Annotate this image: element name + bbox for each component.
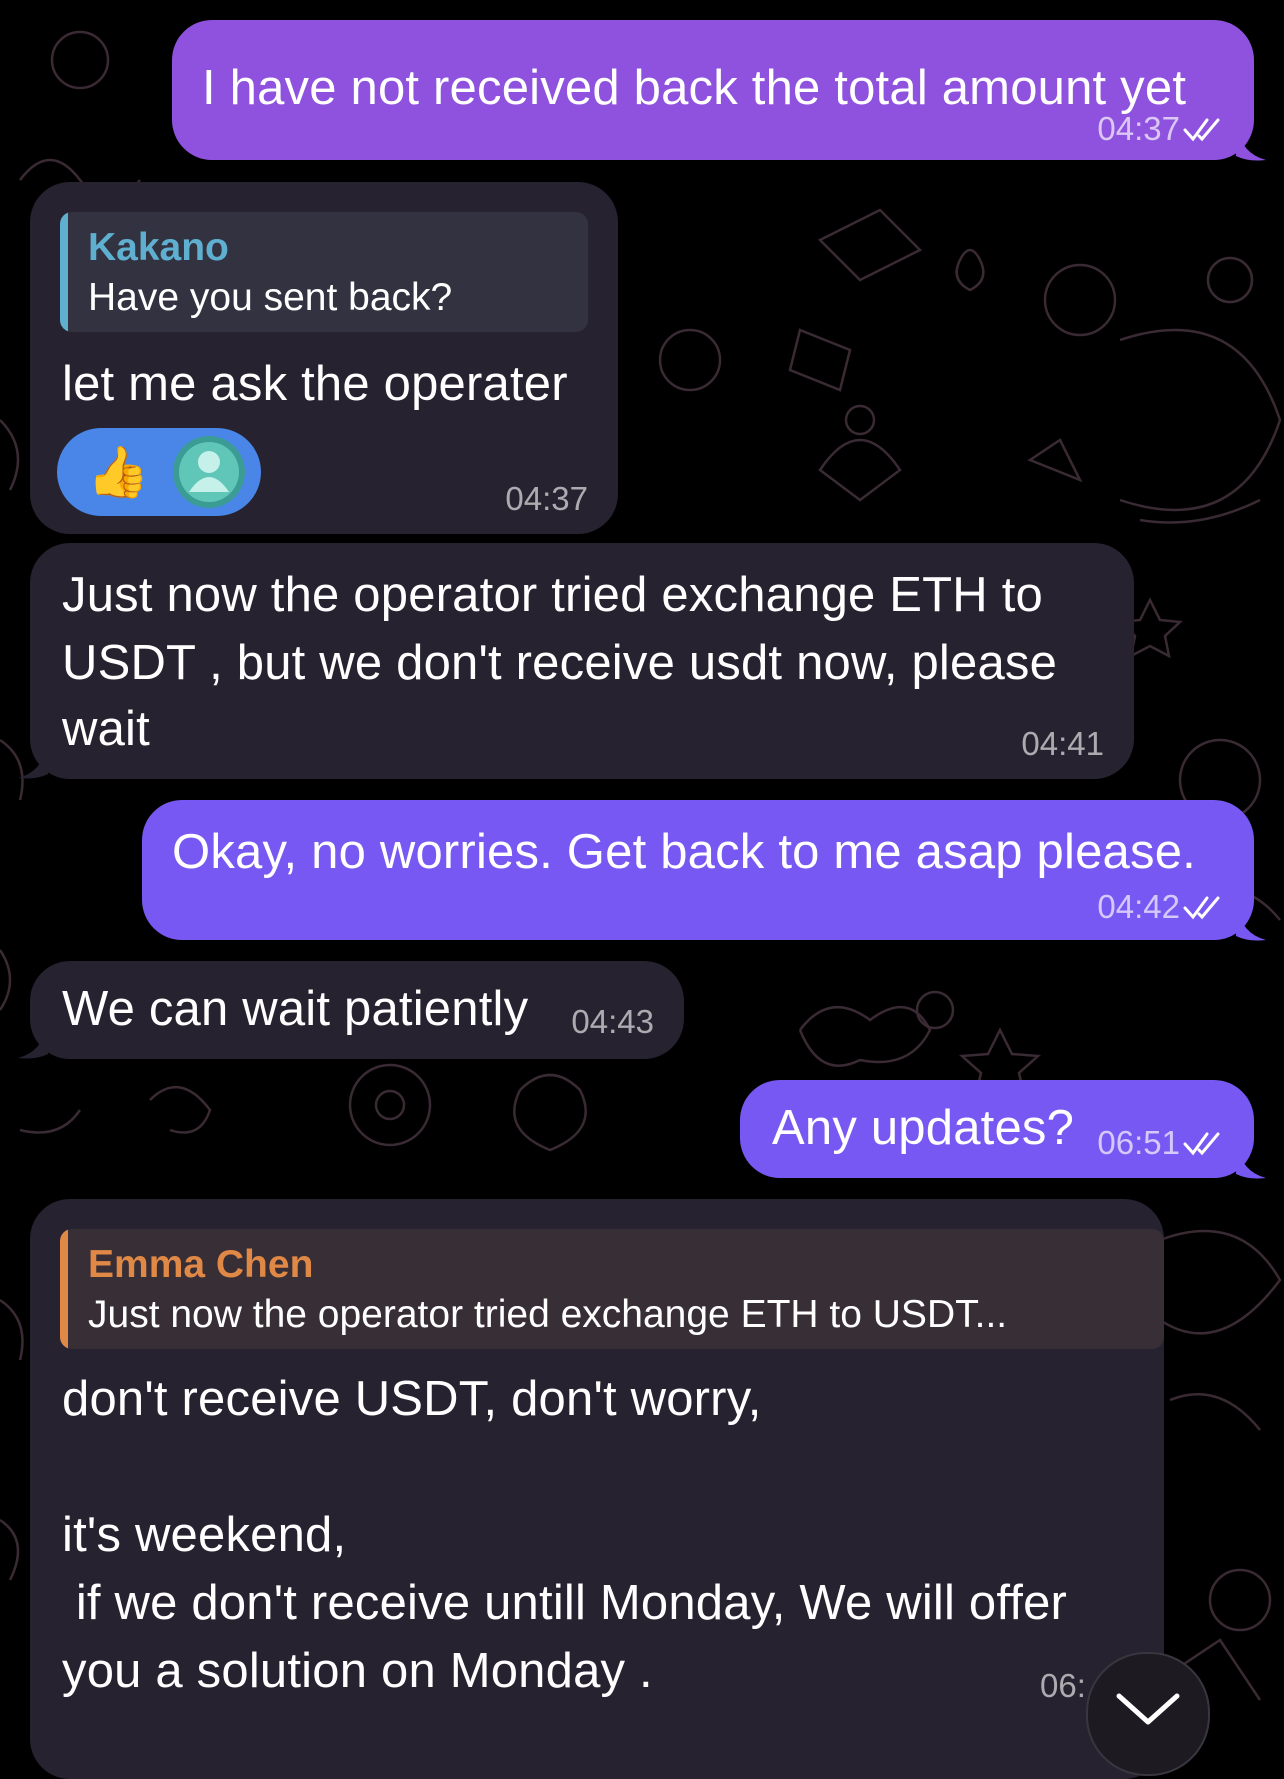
user-avatar-icon [173,436,245,508]
message-text-line: Just now the operator tried exchange ETH… [62,568,1043,622]
reply-quote[interactable]: Kakano Have you sent back? [60,212,588,332]
incoming-message[interactable]: Emma Chen Just now the operator tried ex… [30,1199,1164,1779]
chevron-down-icon [1116,1693,1180,1725]
double-check-icon [1183,1132,1220,1156]
reply-bar [60,212,68,332]
incoming-message[interactable]: We can wait patiently 04:43 [30,961,684,1059]
message-text: let me ask the operater [62,357,568,411]
reply-bar [60,1229,68,1349]
double-check-icon [1183,896,1220,920]
outgoing-message[interactable]: Okay, no worries. Get back to me asap pl… [142,800,1254,940]
message-time: 04:37 [1097,110,1180,147]
thumbs-up-icon: 👍 [87,444,150,500]
reply-author: Kakano [88,226,229,269]
bubble-tail [1236,906,1266,941]
message-text: We can wait patiently [62,982,529,1036]
message-text-line: wait [62,702,150,756]
message-text: Okay, no worries. Get back to me asap pl… [172,825,1196,879]
message-text-line: don't receive USDT, don't worry, [62,1372,762,1426]
bubble-tail [18,1024,48,1059]
reply-quote[interactable]: Emma Chen Just now the operator tried ex… [60,1229,1164,1349]
outgoing-message[interactable]: Any updates? 06:51 [740,1080,1254,1178]
reply-text: Just now the operator tried exchange ETH… [88,1293,1008,1336]
message-time: 04:37 [505,480,588,517]
bubble-tail [18,744,48,779]
scroll-down-button[interactable] [1086,1652,1210,1776]
bubble-tail [1236,1144,1266,1179]
message-text-line: USDT , but we don't receive usdt now, pl… [62,636,1058,690]
message-text-line: if we don't receive untill Monday, We wi… [62,1576,1068,1630]
reply-text: Have you sent back? [88,276,453,319]
reactions-pill[interactable]: 👍 [57,428,261,516]
message-text: Any updates? [772,1101,1075,1155]
message-time: 04:43 [571,1003,654,1040]
message-text: I have not received back the total amoun… [202,61,1187,115]
incoming-message[interactable]: Just now the operator tried exchange ETH… [30,543,1134,779]
message-text-line: you a solution on Monday . [62,1644,653,1698]
incoming-message[interactable]: Kakano Have you sent back? let me ask th… [30,182,618,534]
bubble-tail [1236,126,1266,161]
message-time: 04:41 [1021,725,1104,762]
message-time: 04:42 [1097,888,1180,925]
reply-author: Emma Chen [88,1243,314,1286]
outgoing-message[interactable]: I have not received back the total amoun… [172,20,1254,160]
message-text-line: it's weekend, [62,1508,347,1562]
message-time: 06:51 [1097,1124,1180,1161]
message-time: 06: [1040,1667,1086,1704]
double-check-icon [1183,118,1220,142]
